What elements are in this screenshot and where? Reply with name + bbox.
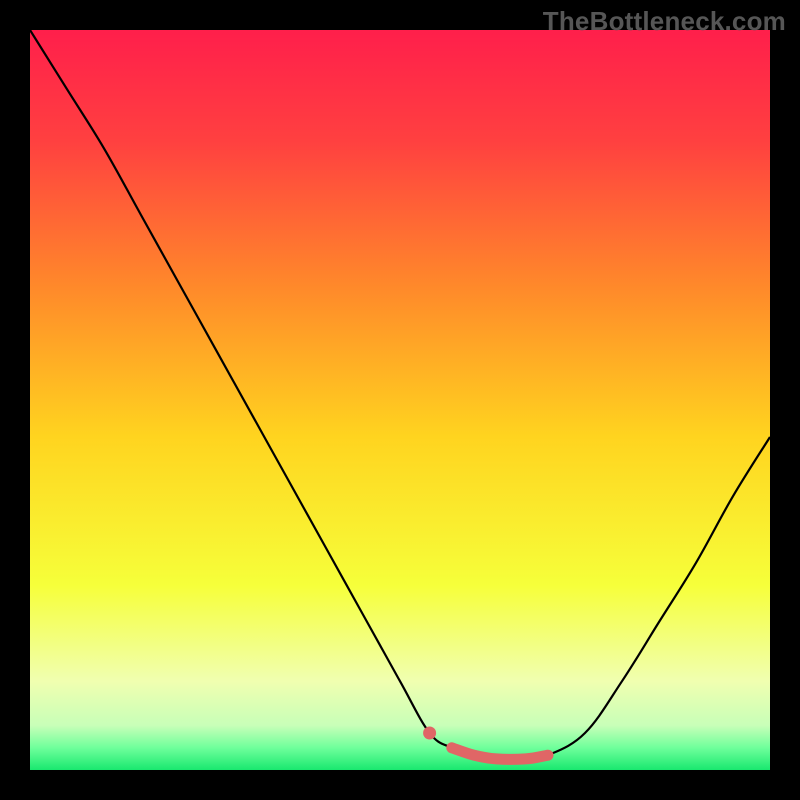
watermark-text: TheBottleneck.com <box>543 6 786 37</box>
gradient-background <box>30 30 770 770</box>
chart-frame: TheBottleneck.com <box>0 0 800 800</box>
plot-area <box>30 30 770 770</box>
highlight-dot <box>423 727 436 740</box>
chart-svg <box>30 30 770 770</box>
